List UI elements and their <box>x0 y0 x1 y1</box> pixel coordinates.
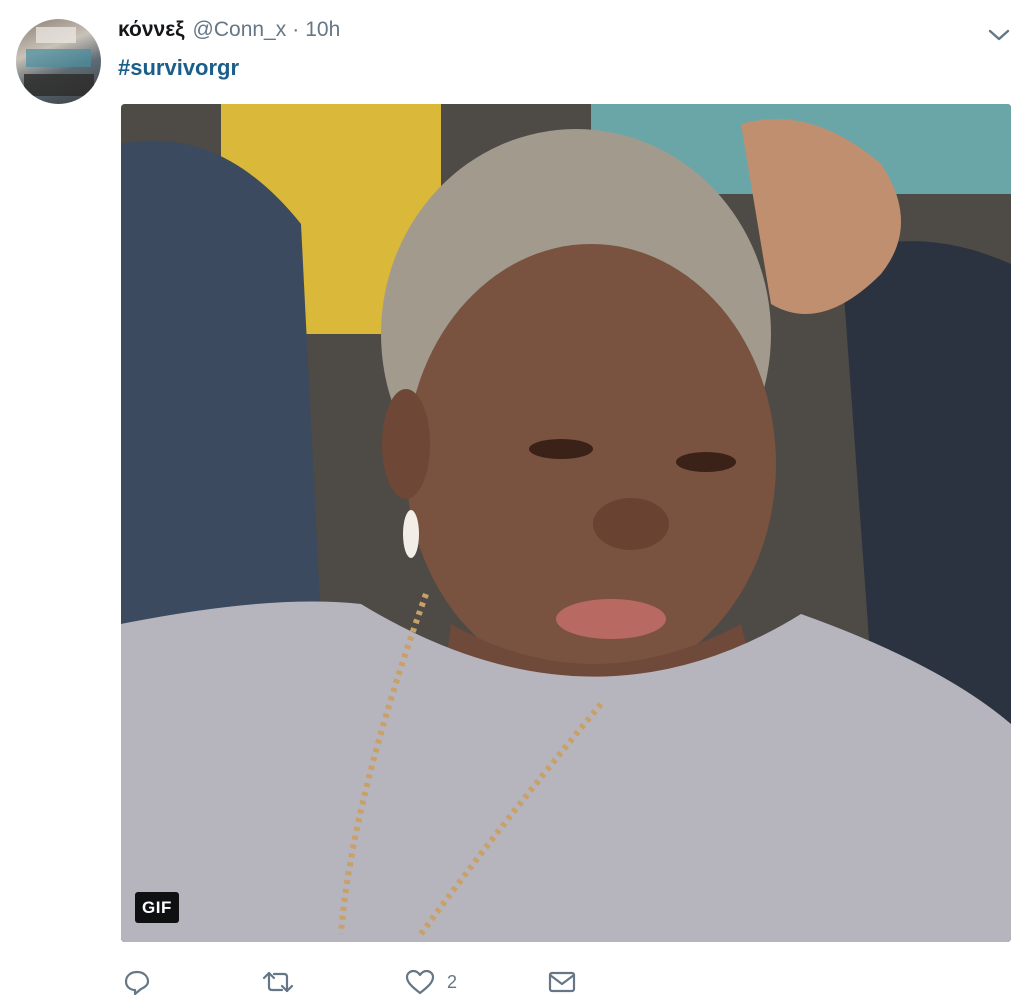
envelope-icon <box>548 971 576 993</box>
tweet-menu-button[interactable] <box>986 22 1012 48</box>
avatar-detail <box>36 27 76 43</box>
reply-icon <box>124 970 150 995</box>
avatar-detail <box>24 74 94 96</box>
gif-badge: GIF <box>135 892 179 923</box>
retweet-button[interactable] <box>261 962 295 1002</box>
gif-frame <box>121 104 1011 942</box>
direct-message-button[interactable] <box>547 962 577 1002</box>
reply-button[interactable] <box>123 962 151 1002</box>
avatar-detail <box>26 49 91 67</box>
retweet-icon <box>262 971 294 993</box>
display-name[interactable]: κόννεξ <box>118 18 185 42</box>
tweet: κόννεξ @Conn_x · 10h #survivorgr GIF 2 <box>0 0 1024 1008</box>
tweet-header: κόννεξ @Conn_x · 10h <box>118 18 340 48</box>
user-handle[interactable]: @Conn_x <box>193 18 287 42</box>
avatar[interactable] <box>16 19 101 104</box>
timestamp[interactable]: 10h <box>305 18 340 42</box>
tweet-actions: 2 <box>121 962 621 1002</box>
like-button[interactable]: 2 <box>405 962 457 1002</box>
heart-icon <box>405 969 435 995</box>
gif-media[interactable]: GIF <box>121 104 1011 942</box>
chevron-down-icon <box>988 29 1010 41</box>
hashtag-link[interactable]: #survivorgr <box>118 55 239 81</box>
separator-dot: · <box>292 18 300 41</box>
like-count: 2 <box>447 971 458 992</box>
